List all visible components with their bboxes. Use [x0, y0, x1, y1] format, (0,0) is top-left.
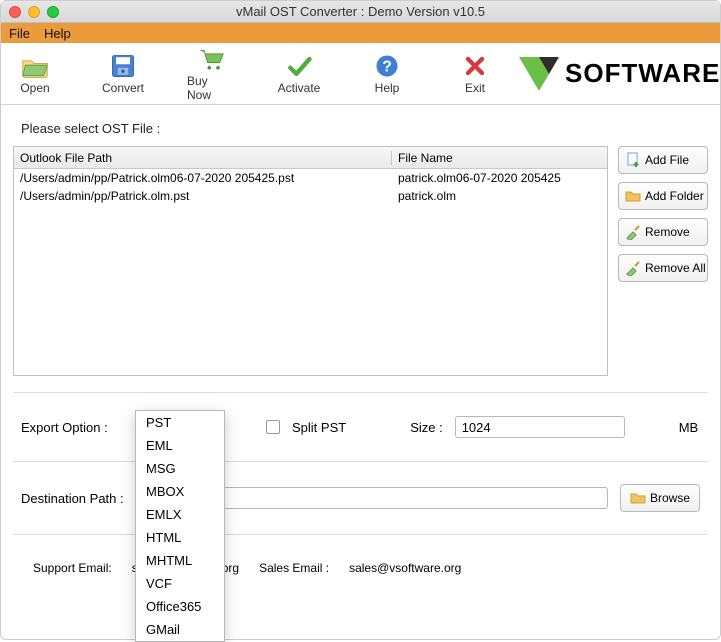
split-pst-label: Split PST — [292, 420, 346, 435]
add-folder-button[interactable]: Add Folder — [618, 182, 708, 210]
option-msg[interactable]: MSG — [136, 457, 224, 480]
broom-icon — [625, 224, 641, 240]
table-row[interactable]: /Users/admin/pp/Patrick.olm06-07-2020 20… — [14, 169, 607, 187]
export-option-label: Export Option : — [21, 420, 126, 435]
svg-text:?: ? — [382, 58, 392, 75]
browse-label: Browse — [650, 491, 690, 505]
exit-label: Exit — [465, 81, 485, 95]
exit-button[interactable]: Exit — [451, 53, 499, 95]
convert-button[interactable]: Convert — [99, 53, 147, 95]
option-mbox[interactable]: MBOX — [136, 480, 224, 503]
option-office365[interactable]: Office365 — [136, 595, 224, 618]
brand-logo: SOFTWARE — [519, 57, 720, 91]
open-label: Open — [20, 81, 49, 95]
size-value: 1024 — [462, 420, 491, 435]
option-gmail[interactable]: GMail — [136, 618, 224, 641]
separator — [13, 392, 708, 393]
toolbar: Open Convert Buy Now Activate ? Help Exi… — [1, 43, 720, 105]
folder-icon — [625, 188, 641, 204]
cell-path: /Users/admin/pp/Patrick.olm06-07-2020 20… — [14, 171, 392, 185]
menu-file[interactable]: File — [9, 26, 30, 41]
menu-help[interactable]: Help — [44, 26, 71, 41]
separator — [13, 461, 708, 462]
menubar: File Help — [1, 23, 720, 43]
remove-all-label: Remove All — [645, 261, 706, 275]
cart-icon — [197, 46, 225, 72]
open-button[interactable]: Open — [11, 53, 59, 95]
option-pst[interactable]: PST — [136, 411, 224, 434]
option-emlx[interactable]: EMLX — [136, 503, 224, 526]
window-title: vMail OST Converter : Demo Version v10.5 — [1, 4, 720, 19]
buy-now-button[interactable]: Buy Now — [187, 46, 235, 102]
option-eml[interactable]: EML — [136, 434, 224, 457]
folder-open-icon — [21, 53, 49, 79]
save-icon — [109, 53, 137, 79]
table-row[interactable]: /Users/admin/pp/Patrick.olm.pst patrick.… — [14, 187, 607, 205]
size-label: Size : — [410, 420, 443, 435]
cell-name: patrick.olm06-07-2020 205425 — [392, 171, 607, 185]
file-add-icon — [625, 152, 641, 168]
sales-email-value: sales@vsoftware.org — [349, 561, 461, 575]
support-email-label: Support Email: — [33, 561, 112, 575]
v-logo-icon — [519, 57, 559, 91]
cell-name: patrick.olm — [392, 189, 607, 203]
x-icon — [461, 53, 489, 79]
check-icon — [285, 53, 313, 79]
add-file-button[interactable]: Add File — [618, 146, 708, 174]
remove-label: Remove — [645, 225, 690, 239]
destination-path-label: Destination Path : — [21, 491, 136, 506]
remove-button[interactable]: Remove — [618, 218, 708, 246]
file-table: Outlook File Path File Name /Users/admin… — [13, 146, 608, 376]
help-button[interactable]: ? Help — [363, 53, 411, 95]
split-pst-checkbox[interactable] — [266, 420, 280, 434]
column-header-path[interactable]: Outlook File Path — [14, 151, 392, 165]
activate-button[interactable]: Activate — [275, 53, 323, 95]
remove-all-button[interactable]: Remove All — [618, 254, 708, 282]
convert-label: Convert — [102, 81, 144, 95]
size-input[interactable]: 1024 — [455, 416, 625, 438]
separator — [13, 534, 708, 535]
activate-label: Activate — [278, 81, 321, 95]
folder-open-small-icon — [630, 490, 646, 506]
add-folder-label: Add Folder — [645, 189, 704, 203]
question-icon: ? — [373, 53, 401, 79]
buy-now-label: Buy Now — [187, 74, 235, 102]
browse-button[interactable]: Browse — [620, 484, 700, 512]
add-file-label: Add File — [645, 153, 689, 167]
column-header-filename[interactable]: File Name — [392, 151, 607, 165]
size-unit: MB — [679, 420, 699, 435]
cell-path: /Users/admin/pp/Patrick.olm.pst — [14, 189, 392, 203]
export-option-select[interactable]: PST EML MSG MBOX EMLX HTML MHTML VCF Off… — [138, 415, 212, 439]
brand-text: SOFTWARE — [565, 58, 720, 89]
option-mhtml[interactable]: MHTML — [136, 549, 224, 572]
option-vcf[interactable]: VCF — [136, 572, 224, 595]
sales-email-label: Sales Email : — [259, 561, 329, 575]
select-file-prompt: Please select OST File : — [13, 115, 708, 146]
export-option-dropdown: PST EML MSG MBOX EMLX HTML MHTML VCF Off… — [135, 410, 225, 642]
broom-all-icon — [625, 260, 641, 276]
help-label: Help — [375, 81, 400, 95]
option-html[interactable]: HTML — [136, 526, 224, 549]
titlebar: vMail OST Converter : Demo Version v10.5 — [1, 1, 720, 23]
